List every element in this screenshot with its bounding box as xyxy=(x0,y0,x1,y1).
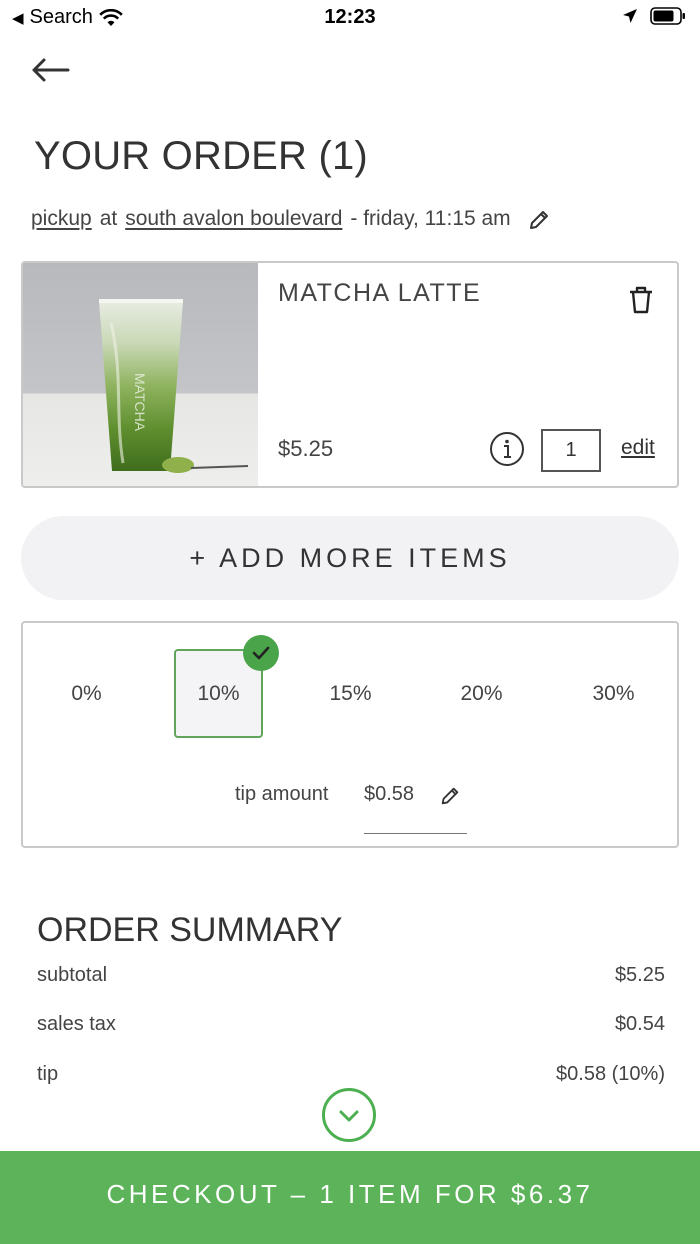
summary-row-subtotal: subtotal $5.25 xyxy=(37,964,665,987)
tip-amount-label: tip amount xyxy=(235,783,329,805)
summary-row-sales-tax: sales tax $0.54 xyxy=(37,1013,665,1036)
quantity-field[interactable]: 1 xyxy=(541,429,601,472)
tip-option-0[interactable]: 0% xyxy=(42,649,131,738)
pickup-location-link[interactable]: south avalon boulevard xyxy=(125,207,342,231)
item-name: MATCHA LATTE xyxy=(278,279,482,307)
tip-option-15[interactable]: 15% xyxy=(306,649,395,738)
summary-value: $0.54 xyxy=(614,1013,665,1035)
edit-tip-pencil-icon[interactable] xyxy=(439,785,461,807)
summary-label: subtotal xyxy=(37,964,108,986)
tip-option-20[interactable]: 20% xyxy=(437,649,526,738)
tip-amount-underline xyxy=(364,833,467,834)
edit-item-link[interactable]: edit xyxy=(621,436,655,460)
clock: 12:23 xyxy=(324,6,376,28)
tip-option-30[interactable]: 30% xyxy=(569,649,658,738)
add-more-items-button[interactable]: + ADD MORE ITEMS xyxy=(21,516,679,600)
pickup-at-label: at xyxy=(99,207,118,230)
chevron-down-icon xyxy=(339,1110,359,1122)
checkout-button[interactable]: CHECKOUT – 1 ITEM FOR $6.37 xyxy=(0,1151,700,1244)
summary-value: $0.58 (10%) xyxy=(556,1063,665,1085)
summary-label: tip xyxy=(37,1063,59,1085)
battery-icon xyxy=(650,7,685,25)
tip-selector: 0% 10% 15% 20% 30% tip amount $0.58 xyxy=(21,621,679,848)
order-summary-title: ORDER SUMMARY xyxy=(37,911,343,949)
page-title: YOUR ORDER (1) xyxy=(34,134,368,178)
summary-label: sales tax xyxy=(37,1013,116,1035)
status-bar: ◀ Search 12:23 xyxy=(0,0,700,40)
svg-text:MATCHA: MATCHA xyxy=(132,373,148,432)
summary-value: $5.25 xyxy=(614,964,665,986)
trash-icon[interactable] xyxy=(627,285,655,315)
back-arrow-icon[interactable] xyxy=(30,54,74,86)
location-arrow-icon xyxy=(623,9,637,23)
item-price: $5.25 xyxy=(278,436,334,461)
summary-row-tip: tip $0.58 (10%) xyxy=(37,1063,665,1086)
matcha-latte-image: MATCHA xyxy=(23,263,258,486)
pickup-mode-link[interactable]: pickup xyxy=(31,207,92,231)
edit-pickup-pencil-icon[interactable] xyxy=(527,208,551,232)
tip-amount-value[interactable]: $0.58 xyxy=(364,783,414,806)
expand-summary-button[interactable] xyxy=(322,1088,376,1142)
selected-check-icon xyxy=(243,635,279,671)
pickup-time: - friday, 11:15 am xyxy=(350,207,511,230)
info-icon[interactable] xyxy=(489,431,525,467)
pickup-details: pickup at south avalon boulevard - frida… xyxy=(31,206,551,232)
cart-item-card: MATCHA MATCHA LATTE $5.25 1 edit xyxy=(21,261,679,488)
